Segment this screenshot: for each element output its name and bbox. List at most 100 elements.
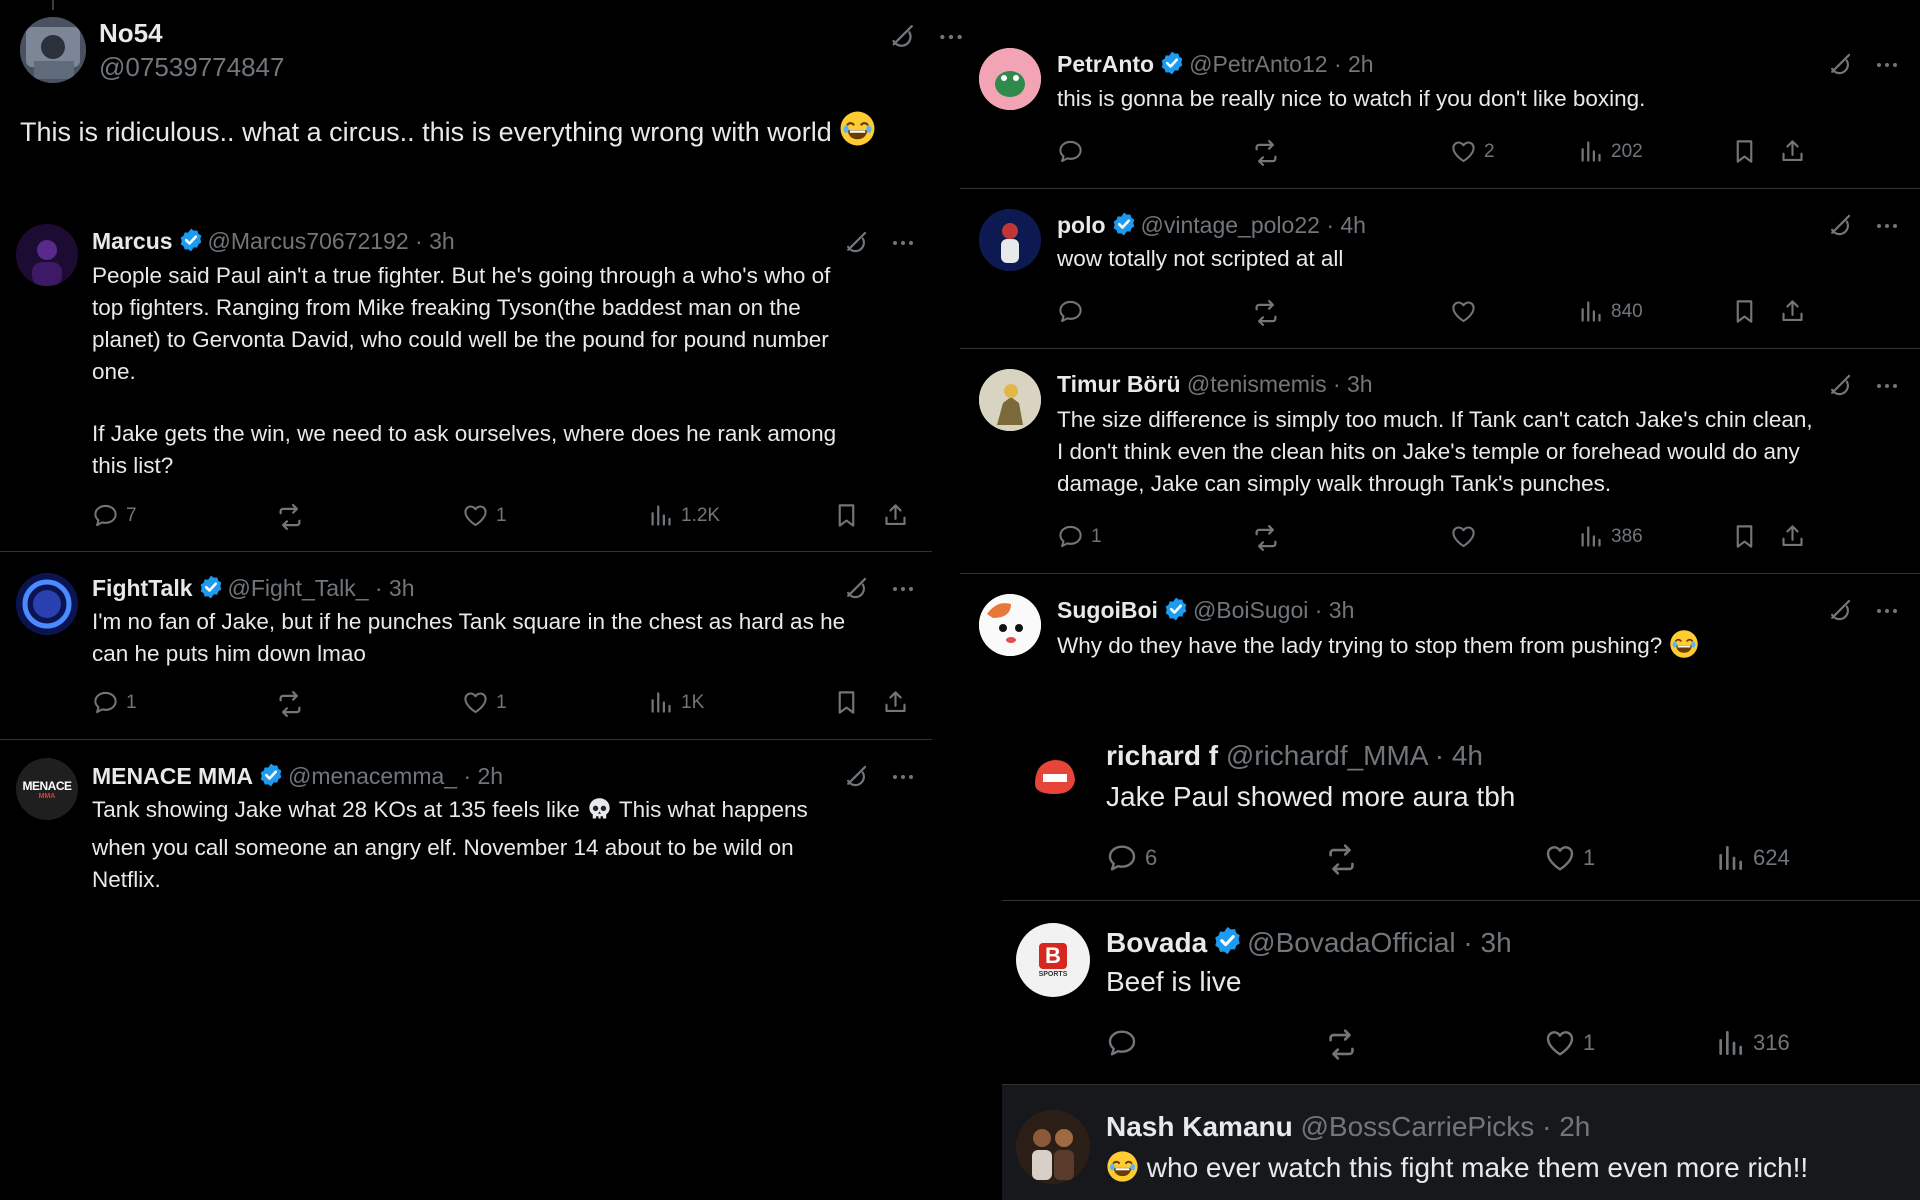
reply-button[interactable] <box>1057 298 1091 325</box>
grok-icon[interactable] <box>887 22 916 51</box>
author-name[interactable]: Bovada <box>1106 927 1207 958</box>
avatar-nash-kamanu[interactable] <box>1016 1110 1090 1184</box>
grok-icon[interactable] <box>842 763 869 790</box>
author-handle[interactable]: @07539774847 <box>99 52 284 83</box>
grok-icon[interactable] <box>842 229 869 256</box>
avatar-petranto[interactable] <box>979 48 1041 110</box>
grok-icon[interactable] <box>1826 212 1853 239</box>
bookmark-button[interactable] <box>1731 138 1758 165</box>
more-icon[interactable] <box>1875 374 1899 398</box>
more-icon[interactable] <box>891 765 915 789</box>
repost-button[interactable] <box>275 689 305 719</box>
author-handle[interactable]: @Marcus70672192 <box>208 228 409 254</box>
grok-icon[interactable] <box>1826 597 1853 624</box>
share-button[interactable] <box>1779 298 1806 325</box>
author-handle[interactable]: @BossCarriePicks <box>1301 1111 1535 1142</box>
views-button[interactable]: 1K <box>647 689 704 716</box>
like-button[interactable]: 2 <box>1450 138 1495 165</box>
grok-icon[interactable] <box>1826 51 1853 78</box>
author-name[interactable]: FightTalk <box>92 575 193 601</box>
avatar-fighttalk[interactable] <box>16 573 78 635</box>
reply-button[interactable]: 7 <box>92 502 137 529</box>
bookmark-button[interactable] <box>833 689 860 716</box>
more-icon[interactable] <box>1875 53 1899 77</box>
like-button[interactable]: 1 <box>462 502 507 529</box>
more-icon[interactable] <box>891 231 915 255</box>
author-handle[interactable]: @PetrAnto12 <box>1189 51 1327 77</box>
avatar-no54[interactable] <box>20 17 86 83</box>
repost-button[interactable] <box>275 502 305 532</box>
more-icon[interactable] <box>891 577 915 601</box>
divider <box>1002 1084 1920 1085</box>
reply-button[interactable]: 1 <box>92 689 137 716</box>
author-name[interactable]: richard f <box>1106 740 1218 771</box>
post-time[interactable]: · 4h <box>1435 740 1483 771</box>
author-handle[interactable]: @richardf_MMA <box>1226 740 1427 771</box>
like-button[interactable]: 1 <box>1544 1027 1595 1059</box>
bookmark-button[interactable] <box>833 502 860 529</box>
grok-icon[interactable] <box>1826 372 1853 399</box>
author-handle[interactable]: @menacemma_ <box>288 763 457 789</box>
avatar-bovada[interactable]: B SPORTS <box>1016 923 1090 997</box>
post-time[interactable]: · 2h <box>1334 51 1374 77</box>
views-button[interactable]: 1.2K <box>647 502 720 529</box>
bookmark-button[interactable] <box>1731 298 1758 325</box>
share-button[interactable] <box>882 502 909 529</box>
share-button[interactable] <box>882 689 909 716</box>
reply-button[interactable] <box>1106 1027 1145 1059</box>
avatar-sugoiboi[interactable] <box>979 594 1041 656</box>
post-time[interactable]: · 2h <box>1542 1111 1590 1142</box>
author-name[interactable]: Nash Kamanu <box>1106 1111 1293 1142</box>
views-button[interactable]: 624 <box>1714 842 1790 874</box>
repost-button[interactable] <box>1324 842 1359 877</box>
author-name[interactable]: PetrAnto <box>1057 51 1154 77</box>
share-button[interactable] <box>1779 523 1806 550</box>
avatar-menace-mma[interactable]: MENACE MMA <box>16 758 78 820</box>
like-button[interactable]: 1 <box>462 689 507 716</box>
repost-button[interactable] <box>1251 298 1281 328</box>
post-time[interactable]: · 3h <box>375 575 415 601</box>
reply-button[interactable]: 6 <box>1106 842 1157 874</box>
share-button[interactable] <box>1779 138 1806 165</box>
views-button[interactable]: 316 <box>1714 1027 1790 1059</box>
author-handle[interactable]: @vintage_polo22 <box>1141 212 1320 238</box>
repost-button[interactable] <box>1251 138 1281 168</box>
avatar-polo[interactable] <box>979 209 1041 271</box>
more-icon[interactable] <box>1875 599 1899 623</box>
repost-button[interactable] <box>1324 1027 1359 1062</box>
reply-button[interactable]: 1 <box>1057 523 1102 550</box>
views-button[interactable]: 202 <box>1577 138 1643 165</box>
author-name[interactable]: Marcus <box>92 228 173 254</box>
reply-button[interactable] <box>1057 138 1091 165</box>
avatar-marcus[interactable] <box>16 224 78 286</box>
post-time[interactable]: · 2h <box>463 763 503 789</box>
post-time[interactable]: · 3h <box>1315 597 1355 623</box>
more-icon[interactable] <box>1875 214 1899 238</box>
post-time[interactable]: · 3h <box>415 228 455 254</box>
like-button[interactable]: 1 <box>1544 842 1595 874</box>
post-text-line: can he puts him down lmao <box>92 641 366 666</box>
bookmark-button[interactable] <box>1731 523 1758 550</box>
author-name[interactable]: SugoiBoi <box>1057 597 1158 623</box>
author-name[interactable]: Timur Börü <box>1057 371 1181 397</box>
view-count: 1.2K <box>681 504 721 526</box>
avatar-timur-boru[interactable] <box>979 369 1041 431</box>
author-name[interactable]: polo <box>1057 212 1106 238</box>
views-button[interactable]: 386 <box>1577 523 1643 550</box>
repost-button[interactable] <box>1251 523 1281 553</box>
avatar-richard-f[interactable] <box>1025 744 1085 804</box>
divider <box>0 739 932 740</box>
author-handle[interactable]: @tenismemis <box>1187 371 1327 397</box>
views-button[interactable]: 840 <box>1577 298 1643 325</box>
grok-icon[interactable] <box>842 575 869 602</box>
author-name[interactable]: No54 <box>99 18 163 48</box>
author-handle[interactable]: @BovadaOfficial <box>1247 927 1455 958</box>
author-name[interactable]: MENACE MMA <box>92 763 253 789</box>
post-time[interactable]: · 3h <box>1463 927 1511 958</box>
like-button[interactable] <box>1450 523 1484 550</box>
like-button[interactable] <box>1450 298 1484 325</box>
author-handle[interactable]: @Fight_Talk_ <box>228 575 369 601</box>
post-time[interactable]: · 3h <box>1333 371 1373 397</box>
author-handle[interactable]: @BoiSugoi <box>1193 597 1308 623</box>
post-time[interactable]: · 4h <box>1326 212 1366 238</box>
